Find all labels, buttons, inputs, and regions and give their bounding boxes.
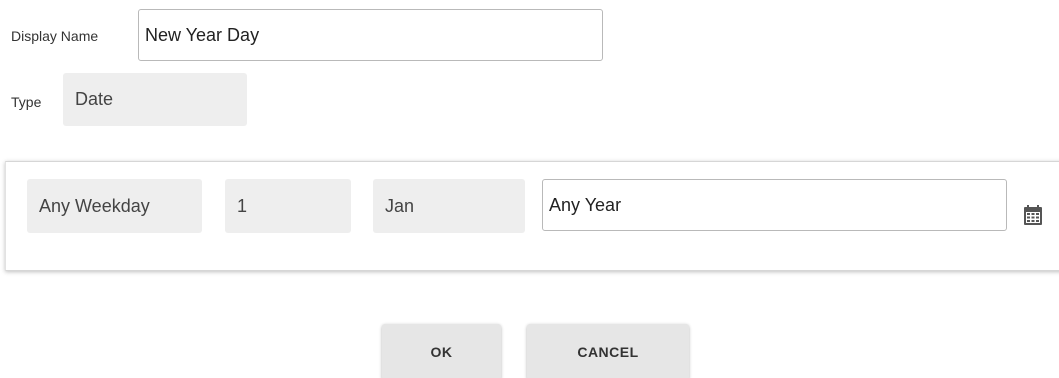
weekday-field: Any Weekday — [27, 179, 202, 233]
holiday-dialog: Display Name Type Date Any Weekday 1 Jan… — [0, 0, 1059, 378]
display-name-input[interactable] — [138, 9, 603, 61]
type-label: Type — [11, 94, 42, 110]
type-field: Date — [63, 73, 247, 126]
month-field: Jan — [373, 179, 525, 233]
calendar-icon[interactable] — [1024, 205, 1042, 225]
year-input[interactable] — [542, 179, 1007, 231]
display-name-label: Display Name — [11, 28, 99, 44]
cancel-button[interactable]: CANCEL — [527, 324, 689, 378]
day-field: 1 — [225, 179, 351, 233]
ok-button[interactable]: OK — [382, 324, 501, 378]
